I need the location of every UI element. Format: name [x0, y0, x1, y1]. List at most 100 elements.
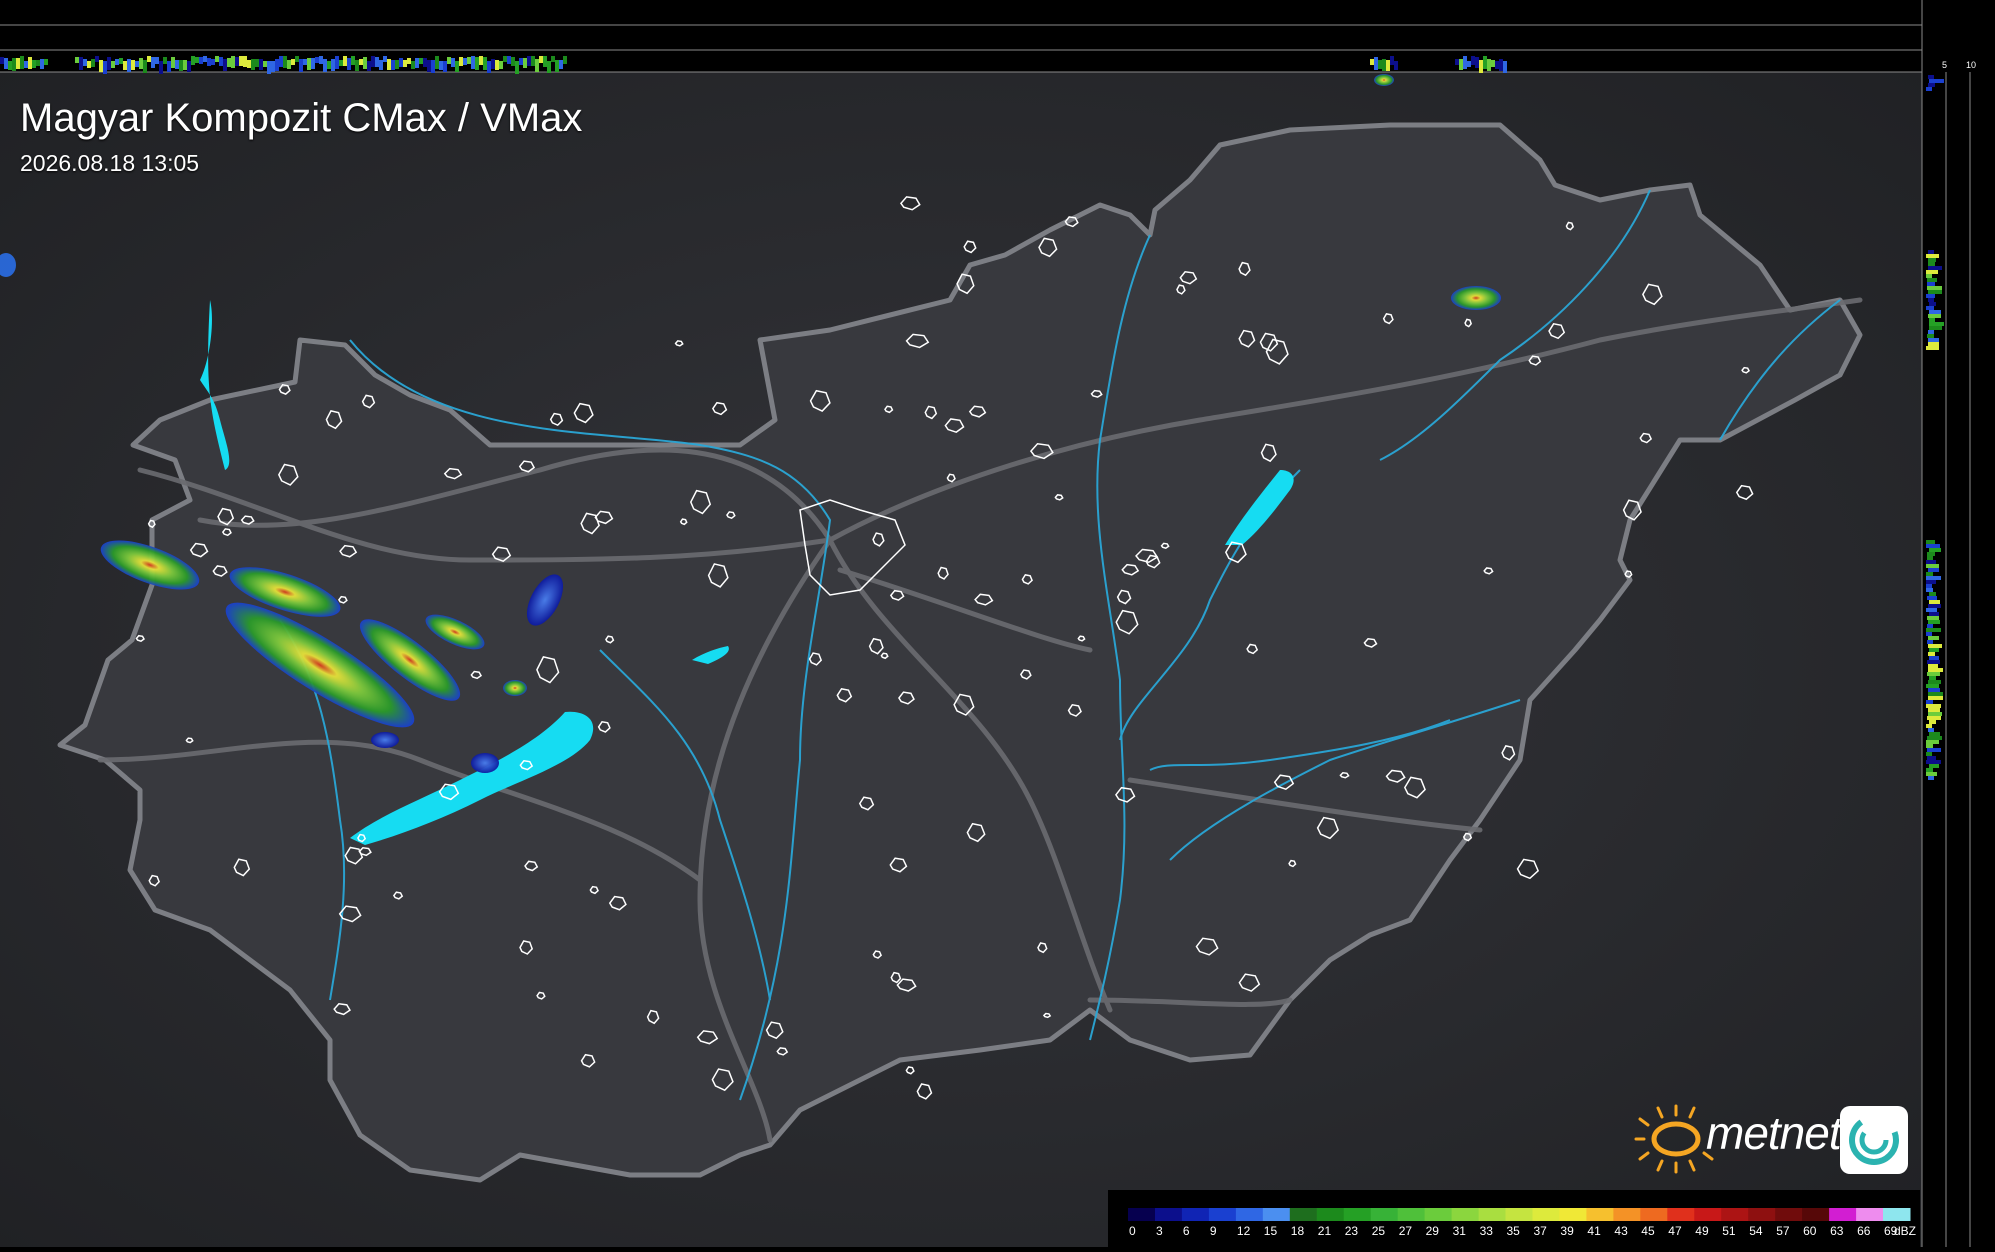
top-strip-echo [8, 61, 12, 70]
top-strip-echo [167, 61, 171, 72]
radar-map: 10 5 5 10 [0, 0, 1995, 1247]
legend-label: 27 [1399, 1224, 1413, 1238]
top-strip-echo [539, 56, 543, 63]
side-strip-echo [1928, 604, 1941, 608]
side-strip-echo [1928, 298, 1934, 302]
top-strip-echo [427, 60, 431, 72]
side-strip-echo [1928, 266, 1942, 270]
side-strip-echo [1926, 772, 1937, 776]
legend-labels: 0 3 6 9 12 15 18 21 23 25 27 29 31 33 35 37 39 41 43 45 47 49… [1129, 1224, 1898, 1238]
top-strip-echo [32, 60, 36, 68]
side-strip-echo [1927, 756, 1936, 760]
top-strip-echo [467, 57, 471, 64]
legend-label: 66 [1857, 1224, 1871, 1238]
side-strip-echo [1926, 744, 1933, 748]
side-strip-echo [1928, 620, 1940, 624]
top-strip-echo [131, 60, 135, 70]
side-strip-echo [1928, 83, 1935, 87]
side-strip-echo [1929, 648, 1939, 652]
side-strip-echo [1927, 624, 1933, 628]
top-strip-echo [267, 61, 271, 74]
top-strip-echo [507, 56, 511, 64]
side-strip-echo [1926, 768, 1933, 772]
top-strip-echo [523, 58, 527, 68]
top-strip-echo [339, 60, 343, 66]
legend-label: 37 [1534, 1224, 1548, 1238]
top-strip-echo [391, 60, 395, 70]
side-strip-echo [1927, 552, 1935, 556]
side-strip-echo [1926, 584, 1932, 588]
legend-label: 35 [1507, 1224, 1521, 1238]
legend-swatch [1128, 1208, 1156, 1221]
legend-label: 9 [1210, 1224, 1217, 1238]
legend-unit: dBZ [1894, 1224, 1916, 1238]
legend-swatch [1775, 1208, 1803, 1221]
legend-label: 60 [1803, 1224, 1817, 1238]
top-strip-echo [1374, 57, 1378, 70]
top-strip-echo [371, 56, 375, 67]
side-strip-echo [1926, 274, 1932, 278]
top-strip-echo [239, 56, 243, 66]
side-strip-echo [1928, 696, 1943, 700]
side-strip-echo [1926, 760, 1941, 764]
top-strip-echo [383, 56, 387, 62]
top-strip-echo [143, 60, 147, 73]
top-strip-echo [1390, 56, 1394, 65]
top-strip-echo [123, 61, 127, 70]
legend-swatch [1748, 1208, 1776, 1221]
legend-swatch [1262, 1208, 1291, 1221]
top-strip-echo [1491, 60, 1495, 67]
legend-swatch [1586, 1208, 1614, 1221]
legend-swatch [1559, 1208, 1587, 1221]
top-strip-echo [511, 57, 515, 66]
top-strip-echo [227, 58, 231, 67]
side-strip-echo [1928, 568, 1939, 572]
top-strip-echo [159, 61, 163, 74]
side-strip-echo [1926, 544, 1940, 548]
top-strip-echo [12, 58, 16, 71]
top-strip-echo [487, 61, 491, 73]
legend-label: 49 [1695, 1224, 1709, 1238]
side-strip-echo [1926, 700, 1933, 704]
top-strip-echo [83, 59, 87, 66]
top-strip-echo [171, 57, 175, 68]
side-strip-echo [1929, 548, 1941, 552]
top-strip-echo [343, 56, 347, 66]
top-strip-echo [563, 56, 567, 64]
top-strip-echo [4, 58, 8, 69]
top-strip-echo [147, 56, 151, 62]
top-strip-echo [191, 56, 195, 65]
legend-swatch [1208, 1208, 1237, 1221]
legend-swatch [1181, 1208, 1210, 1221]
top-strip-echo [311, 58, 315, 69]
top-strip-echo [435, 56, 439, 69]
top-strip-echo [183, 60, 187, 70]
side-strip-echo [1928, 314, 1941, 318]
top-strip-echo [20, 56, 24, 69]
side-strip-echo [1928, 644, 1942, 648]
side-strip-echo [1926, 740, 1939, 744]
legend-label: 51 [1722, 1224, 1736, 1238]
top-strip-echo [399, 58, 403, 67]
side-strip-echo [1927, 334, 1934, 338]
top-strip-echo [367, 61, 371, 71]
legend-swatch [1370, 1208, 1399, 1221]
top-strip-echo [195, 57, 199, 63]
top-strip-echo [459, 57, 463, 66]
top-strip-echo [335, 56, 339, 69]
side-strip-echo [1928, 728, 1934, 732]
legend-swatch [1478, 1208, 1507, 1221]
legend-swatch [1316, 1208, 1345, 1221]
side-strip-echo [1926, 560, 1936, 564]
radar-echo-cell [503, 680, 527, 696]
legend-swatch [1505, 1208, 1533, 1221]
side-strip-echo [1927, 616, 1939, 620]
top-strip-echo [527, 56, 531, 66]
top-strip-echo [439, 61, 443, 70]
legend-label: 41 [1587, 1224, 1601, 1238]
legend-label: 45 [1641, 1224, 1655, 1238]
top-strip-echo [287, 60, 291, 69]
legend-swatch [1613, 1208, 1641, 1221]
side-strip-echo [1926, 576, 1941, 580]
side-strip-echo [1929, 720, 1936, 724]
